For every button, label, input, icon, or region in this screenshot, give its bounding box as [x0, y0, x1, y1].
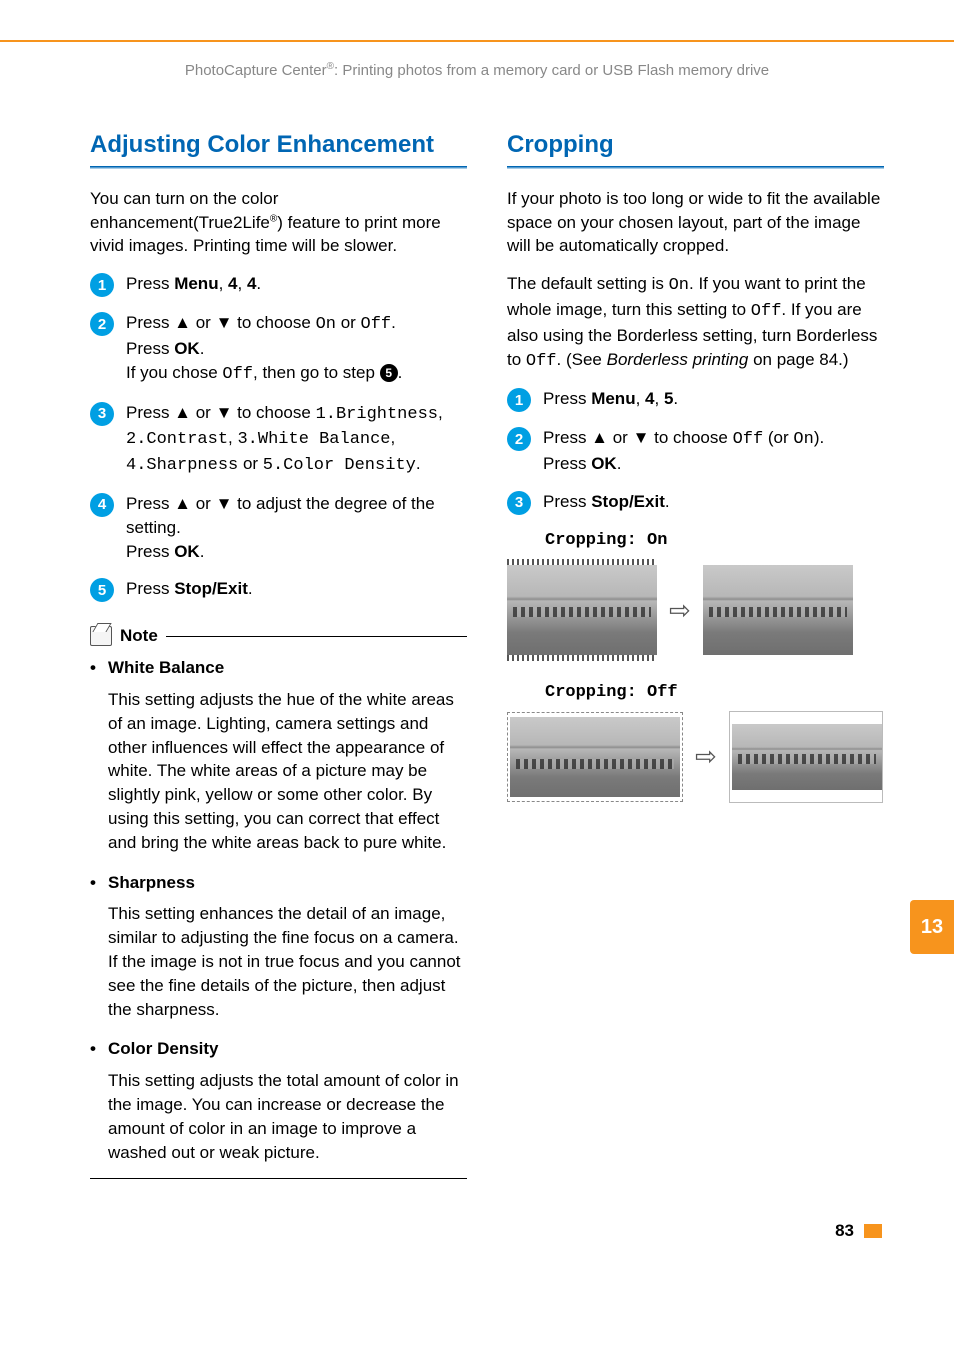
step-number-icon: 2 — [507, 427, 531, 451]
arrow-right-icon: ⇨ — [695, 738, 717, 774]
figure-on-result — [703, 565, 853, 655]
cropping-p2: The default setting is On. If you want t… — [507, 272, 884, 373]
note-item-white-balance: •White Balance This setting adjusts the … — [90, 656, 467, 854]
cropping-title: Cropping — [507, 131, 884, 160]
left-step-2: 2 Press ▲ or ▼ to choose On or Off. Pres… — [90, 311, 467, 386]
right-step-2: 2 Press ▲ or ▼ to choose Off (or On). Pr… — [507, 426, 884, 476]
running-header-post: : Printing photos from a memory card or … — [334, 62, 769, 79]
top-orange-rule — [0, 40, 954, 42]
figure-label-on: Cropping: On — [545, 529, 884, 553]
step-number-icon: 1 — [507, 388, 531, 412]
note-item-color-density: •Color Density This setting adjusts the … — [90, 1037, 467, 1164]
left-step-1: 1 Press Menu, 4, 4. — [90, 272, 467, 297]
figure-label-off: Cropping: Off — [545, 681, 884, 705]
running-header-pre: PhotoCapture Center — [185, 62, 327, 79]
left-step-3: 3 Press ▲ or ▼ to choose 1.Brightness, 2… — [90, 401, 467, 478]
page-number: 83 — [835, 1219, 854, 1243]
step-ref-icon: 5 — [380, 364, 398, 382]
step-number-icon: 3 — [90, 402, 114, 426]
note-list: •White Balance This setting adjusts the … — [90, 656, 467, 1179]
left-step-5: 5 Press Stop/Exit. — [90, 577, 467, 602]
step-number-icon: 4 — [90, 493, 114, 517]
right-step-1: 1 Press Menu, 4, 5. — [507, 387, 884, 412]
page-footer: 83 — [0, 1179, 954, 1283]
running-header: PhotoCapture Center®: Printing photos fr… — [0, 60, 954, 81]
section-rule — [90, 166, 467, 169]
note-pencil-icon — [90, 626, 112, 646]
step-number-icon: 2 — [90, 312, 114, 336]
left-column: Adjusting Color Enhancement You can turn… — [90, 131, 467, 1179]
step-number-icon: 5 — [90, 578, 114, 602]
figure-row-on: ⇨ — [507, 559, 884, 661]
step-number-icon: 1 — [90, 273, 114, 297]
right-step-3: 3 Press Stop/Exit. — [507, 490, 884, 515]
left-step-4: 4 Press ▲ or ▼ to adjust the degree of t… — [90, 492, 467, 563]
note-header: Note — [90, 624, 467, 648]
right-column: Cropping If your photo is too long or wi… — [507, 131, 884, 1179]
figure-off-source — [507, 712, 683, 802]
left-intro: You can turn on the color enhancement(Tr… — [90, 187, 467, 258]
step-number-icon: 3 — [507, 491, 531, 515]
cropping-p1: If your photo is too long or wide to fit… — [507, 187, 884, 258]
arrow-right-icon: ⇨ — [669, 592, 691, 628]
note-item-sharpness: •Sharpness This setting enhances the det… — [90, 871, 467, 1022]
running-header-sup: ® — [327, 61, 334, 72]
section-rule — [507, 166, 884, 169]
note-title: Note — [120, 624, 158, 648]
figure-row-off: ⇨ — [507, 711, 884, 803]
chapter-tab: 13 — [910, 900, 954, 954]
figure-off-result — [729, 711, 883, 803]
figure-on-source — [507, 559, 657, 661]
footer-accent-icon — [864, 1224, 882, 1238]
adjusting-color-title: Adjusting Color Enhancement — [90, 131, 467, 160]
